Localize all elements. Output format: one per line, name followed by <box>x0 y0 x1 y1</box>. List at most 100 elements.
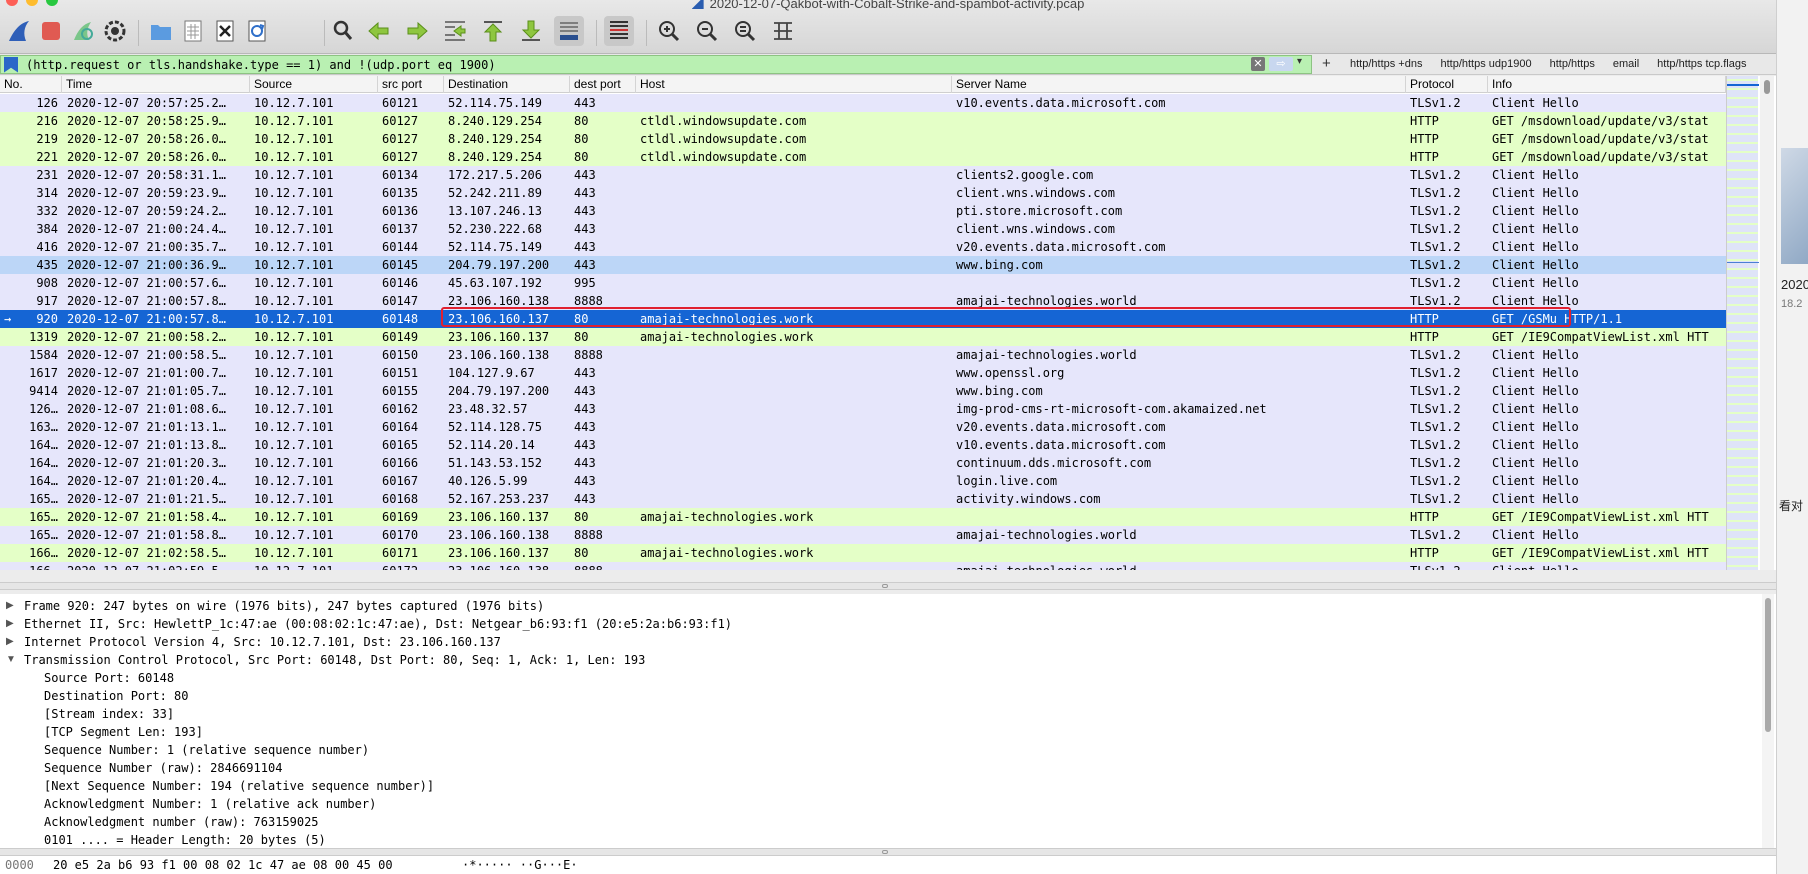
packet-row[interactable]: 917 2020-12-07 21:00:57.8… 10.12.7.101 6014… <box>0 292 1726 310</box>
column-header-no[interactable]: No. <box>0 76 62 93</box>
packet-row[interactable]: 164… 2020-12-07 21:01:20.3… 10.12.7.101 601… <box>0 454 1726 472</box>
packet-cell-src: 10.12.7.101 <box>254 114 334 128</box>
packet-cell-src: 10.12.7.101 <box>254 132 334 146</box>
pane-splitter-bottom[interactable] <box>0 848 1776 856</box>
packet-row[interactable]: 221 2020-12-07 20:58:26.0… 10.12.7.101 6012… <box>0 148 1726 166</box>
packet-row[interactable]: 219 2020-12-07 20:58:26.0… 10.12.7.101 6012… <box>0 130 1726 148</box>
go-to-packet-icon[interactable] <box>440 16 470 46</box>
packet-row[interactable]: 1319 2020-12-07 21:00:58.2… 10.12.7.101 601… <box>0 328 1726 346</box>
details-tree-field[interactable]: [TCP Segment Len: 193] <box>44 723 203 741</box>
details-tree-field[interactable]: Source Port: 60148 <box>44 669 174 687</box>
filter-button-http[interactable]: http/https <box>1550 58 1595 70</box>
stop-capture-icon[interactable] <box>36 16 66 46</box>
add-filter-button-icon[interactable]: + <box>1322 55 1331 72</box>
packet-cell-proto: TLSv1.2 <box>1410 420 1461 434</box>
zoom-out-icon[interactable] <box>692 16 722 46</box>
capture-options-icon[interactable] <box>100 16 130 46</box>
packet-row[interactable]: 416 2020-12-07 21:00:35.7… 10.12.7.101 6014… <box>0 238 1726 256</box>
packet-row[interactable]: 164… 2020-12-07 21:01:20.4… 10.12.7.101 601… <box>0 472 1726 490</box>
go-back-icon[interactable] <box>364 16 394 46</box>
bytes-hex[interactable]: 20 e5 2a b6 93 f1 00 08 02 1c 47 ae 08 0… <box>53 856 393 874</box>
column-header-destination[interactable]: Destination <box>444 76 570 93</box>
packet-row[interactable]: 920 2020-12-07 21:00:57.8… 10.12.7.101 6014… <box>0 310 1726 328</box>
colorize-icon[interactable] <box>604 16 634 46</box>
pane-splitter-top[interactable] <box>0 582 1776 590</box>
details-tree-field[interactable]: [Next Sequence Number: 194 (relative seq… <box>44 777 434 795</box>
column-header-host[interactable]: Host <box>636 76 952 93</box>
details-tree-field[interactable]: Sequence Number (raw): 2846691104 <box>44 759 282 777</box>
collapsed-triangle-icon[interactable]: ▶ <box>6 633 14 651</box>
close-file-icon[interactable] <box>210 16 240 46</box>
zoom-in-icon[interactable] <box>654 16 684 46</box>
save-file-icon[interactable] <box>178 16 208 46</box>
bookmark-icon[interactable] <box>4 56 18 73</box>
packet-minimap[interactable] <box>1726 76 1759 570</box>
start-capture-icon[interactable] <box>4 16 34 46</box>
details-scrollbar[interactable] <box>1762 594 1774 848</box>
column-header-info[interactable]: Info <box>1488 76 1726 93</box>
collapsed-triangle-icon[interactable]: ▶ <box>6 597 14 615</box>
go-first-icon[interactable] <box>478 16 508 46</box>
packet-row[interactable]: 908 2020-12-07 21:00:57.6… 10.12.7.101 6014… <box>0 274 1726 292</box>
go-forward-icon[interactable] <box>402 16 432 46</box>
column-header-src-port[interactable]: src port <box>378 76 444 93</box>
clear-filter-icon[interactable]: ✕ <box>1251 57 1265 71</box>
packet-row[interactable]: 1584 2020-12-07 21:00:58.5… 10.12.7.101 601… <box>0 346 1726 364</box>
column-header-source[interactable]: Source <box>250 76 378 93</box>
packet-list-vertical-scrollbar[interactable] <box>1760 76 1774 570</box>
autoscroll-icon[interactable] <box>554 16 584 46</box>
open-file-icon[interactable] <box>146 16 176 46</box>
filter-button-http-dns[interactable]: http/https +dns <box>1350 58 1422 70</box>
filter-history-dropdown-icon[interactable]: ▾ <box>1297 56 1302 67</box>
bytes-ascii[interactable]: ·*····· ··G···E· <box>462 856 578 874</box>
column-header-server-name[interactable]: Server Name <box>952 76 1406 93</box>
display-filter-input[interactable]: (http.request or tls.handshake.type == 1… <box>0 55 1312 74</box>
reload-file-icon[interactable] <box>242 16 272 46</box>
packet-row[interactable]: 435 2020-12-07 21:00:36.9… 10.12.7.101 6014… <box>0 256 1726 274</box>
packet-row[interactable]: 165… 2020-12-07 21:01:58.8… 10.12.7.101 601… <box>0 526 1726 544</box>
packet-row[interactable]: 314 2020-12-07 20:59:23.9… 10.12.7.101 6013… <box>0 184 1726 202</box>
packet-row[interactable]: 231 2020-12-07 20:58:31.1… 10.12.7.101 6013… <box>0 166 1726 184</box>
details-tree-field[interactable]: Acknowledgment number (raw): 763159025 <box>44 813 319 831</box>
collapsed-triangle-icon[interactable]: ▶ <box>6 615 14 633</box>
find-packet-icon[interactable] <box>328 16 358 46</box>
details-tree-field[interactable]: Acknowledgment Number: 1 (relative ack n… <box>44 795 376 813</box>
details-tree-node[interactable]: Frame 920: 247 bytes on wire (1976 bits)… <box>24 597 544 615</box>
details-tree-node[interactable]: Transmission Control Protocol, Src Port:… <box>24 651 645 669</box>
packet-cell-dport: 8888 <box>574 562 634 570</box>
filter-button-http-udp1900[interactable]: http/https udp1900 <box>1440 58 1531 70</box>
packet-cell-proto: TLSv1.2 <box>1410 348 1461 362</box>
apply-filter-icon[interactable]: ⇨ <box>1269 57 1293 71</box>
packet-row[interactable]: 165… 2020-12-07 21:01:21.5… 10.12.7.101 601… <box>0 490 1726 508</box>
column-header-protocol[interactable]: Protocol <box>1406 76 1488 93</box>
filter-button-http-tcp-flags[interactable]: http/https tcp.flags <box>1657 58 1746 70</box>
resize-columns-icon[interactable] <box>768 16 798 46</box>
column-header-dest-port[interactable]: dest port <box>570 76 636 93</box>
details-tree-node[interactable]: Ethernet II, Src: HewlettP_1c:47:ae (00:… <box>24 615 732 633</box>
packet-row[interactable]: 163… 2020-12-07 21:01:13.1… 10.12.7.101 601… <box>0 418 1726 436</box>
packet-row[interactable]: 332 2020-12-07 20:59:24.2… 10.12.7.101 6013… <box>0 202 1726 220</box>
details-tree-field[interactable]: Destination Port: 80 <box>44 687 189 705</box>
filter-expression-text[interactable]: (http.request or tls.handshake.type == 1… <box>26 58 496 72</box>
packet-row[interactable]: 384 2020-12-07 21:00:24.4… 10.12.7.101 6013… <box>0 220 1726 238</box>
packet-row[interactable]: 166… 2020-12-07 21:02:58.5… 10.12.7.101 601… <box>0 544 1726 562</box>
packet-row[interactable]: 166… 2020-12-07 21:02:59.5… 10.12.7.101 601… <box>0 562 1726 570</box>
zoom-normal-icon[interactable] <box>730 16 760 46</box>
packet-cell-src: 10.12.7.101 <box>254 562 376 570</box>
packet-row[interactable]: 165… 2020-12-07 21:01:58.4… 10.12.7.101 601… <box>0 508 1726 526</box>
packet-row[interactable]: 216 2020-12-07 20:58:25.9… 10.12.7.101 6012… <box>0 112 1726 130</box>
details-tree-field[interactable]: 0101 .... = Header Length: 20 bytes (5) <box>44 831 326 848</box>
details-tree-field[interactable]: [Stream index: 33] <box>44 705 174 723</box>
packet-row[interactable]: 164… 2020-12-07 21:01:13.8… 10.12.7.101 601… <box>0 436 1726 454</box>
filter-button-email[interactable]: email <box>1613 58 1639 70</box>
packet-row[interactable]: 1617 2020-12-07 21:01:00.7… 10.12.7.101 601… <box>0 364 1726 382</box>
details-tree-node[interactable]: Internet Protocol Version 4, Src: 10.12.… <box>24 633 501 651</box>
packet-row[interactable]: 126 2020-12-07 20:57:25.2… 10.12.7.101 6012… <box>0 94 1726 112</box>
restart-capture-icon[interactable] <box>68 16 98 46</box>
go-last-icon[interactable] <box>516 16 546 46</box>
expanded-triangle-icon[interactable]: ▼ <box>6 651 16 669</box>
details-tree-field[interactable]: Sequence Number: 1 (relative sequence nu… <box>44 741 369 759</box>
packet-row[interactable]: 9414 2020-12-07 21:01:05.7… 10.12.7.101 601… <box>0 382 1726 400</box>
column-header-time[interactable]: Time <box>62 76 250 93</box>
packet-row[interactable]: 126… 2020-12-07 21:01:08.6… 10.12.7.101 601… <box>0 400 1726 418</box>
